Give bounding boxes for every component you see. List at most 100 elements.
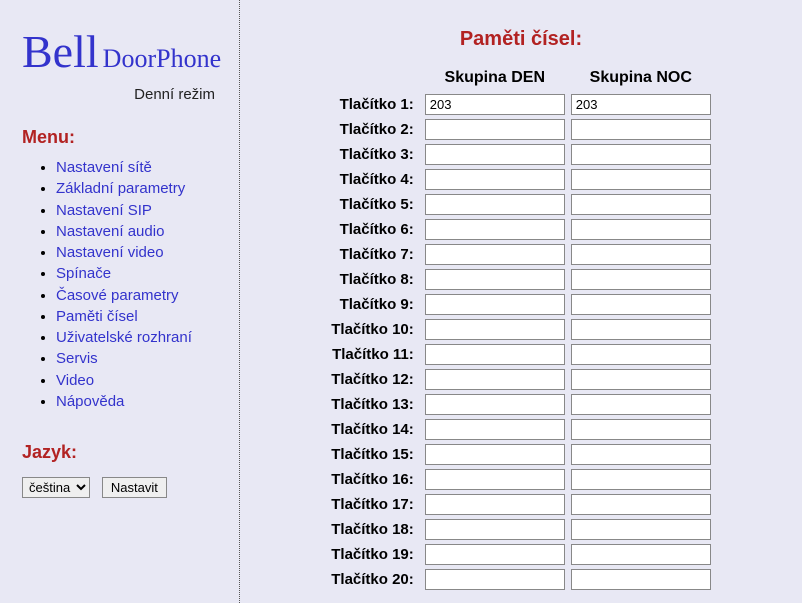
day-input[interactable]: [425, 194, 565, 215]
night-input[interactable]: [571, 219, 711, 240]
menu-link[interactable]: Nastavení SIP: [56, 202, 152, 219]
menu-link[interactable]: Nastavení video: [56, 244, 164, 261]
day-input[interactable]: [425, 544, 565, 565]
day-input[interactable]: [425, 519, 565, 540]
day-input[interactable]: [425, 569, 565, 590]
menu-link[interactable]: Nastavení audio: [56, 223, 164, 240]
night-input[interactable]: [571, 269, 711, 290]
menu-item: Časové parametry: [56, 286, 221, 306]
logo-text-bell: Bell: [22, 26, 99, 77]
day-input[interactable]: [425, 444, 565, 465]
night-input[interactable]: [571, 294, 711, 315]
row-label: Tlačítko 3:: [330, 143, 420, 166]
night-input[interactable]: [571, 369, 711, 390]
menu-link[interactable]: Nastavení sítě: [56, 159, 152, 176]
main-content: Paměti čísel: Skupina DEN Skupina NOC Tl…: [240, 0, 802, 603]
cell-night: [570, 143, 712, 166]
row-label: Tlačítko 20:: [330, 568, 420, 591]
day-input[interactable]: [425, 469, 565, 490]
night-input[interactable]: [571, 144, 711, 165]
night-input[interactable]: [571, 94, 711, 115]
col-header-night: Skupina NOC: [570, 69, 712, 91]
menu-link[interactable]: Spínače: [56, 265, 111, 282]
menu-item: Nastavení sítě: [56, 158, 221, 178]
row-label: Tlačítko 7:: [330, 243, 420, 266]
menu-link[interactable]: Video: [56, 372, 94, 389]
day-input[interactable]: [425, 269, 565, 290]
night-input[interactable]: [571, 394, 711, 415]
night-input[interactable]: [571, 344, 711, 365]
cell-day: [424, 418, 566, 441]
table-row: Tlačítko 19:: [330, 543, 712, 566]
cell-night: [570, 468, 712, 491]
cell-night: [570, 168, 712, 191]
night-input[interactable]: [571, 244, 711, 265]
row-label: Tlačítko 13:: [330, 393, 420, 416]
table-row: Tlačítko 5:: [330, 193, 712, 216]
night-input[interactable]: [571, 469, 711, 490]
day-input[interactable]: [425, 244, 565, 265]
row-label: Tlačítko 14:: [330, 418, 420, 441]
mode-indicator: Denní režim: [22, 86, 221, 103]
menu-link[interactable]: Servis: [56, 350, 98, 367]
menu-item: Nastavení video: [56, 243, 221, 263]
menu-link[interactable]: Uživatelské rozhraní: [56, 329, 192, 346]
day-input[interactable]: [425, 344, 565, 365]
language-row: čeština Nastavit: [22, 477, 221, 498]
language-select[interactable]: čeština: [22, 477, 90, 498]
day-input[interactable]: [425, 144, 565, 165]
night-input[interactable]: [571, 494, 711, 515]
col-header-day: Skupina DEN: [424, 69, 566, 91]
table-row: Tlačítko 10:: [330, 318, 712, 341]
day-input[interactable]: [425, 94, 565, 115]
day-input[interactable]: [425, 294, 565, 315]
day-input[interactable]: [425, 219, 565, 240]
cell-day: [424, 518, 566, 541]
night-input[interactable]: [571, 419, 711, 440]
cell-day: [424, 143, 566, 166]
row-label: Tlačítko 4:: [330, 168, 420, 191]
night-input[interactable]: [571, 444, 711, 465]
menu-item: Nastavení audio: [56, 222, 221, 242]
number-memory-table: Skupina DEN Skupina NOC Tlačítko 1:Tlačí…: [326, 67, 716, 593]
row-label: Tlačítko 10:: [330, 318, 420, 341]
row-label: Tlačítko 11:: [330, 343, 420, 366]
night-input[interactable]: [571, 319, 711, 340]
table-row: Tlačítko 9:: [330, 293, 712, 316]
menu-link[interactable]: Paměti čísel: [56, 308, 138, 325]
table-row: Tlačítko 12:: [330, 368, 712, 391]
day-input[interactable]: [425, 419, 565, 440]
menu-item: Servis: [56, 349, 221, 369]
day-input[interactable]: [425, 169, 565, 190]
menu-link[interactable]: Časové parametry: [56, 287, 179, 304]
cell-night: [570, 193, 712, 216]
cell-day: [424, 293, 566, 316]
language-set-button[interactable]: Nastavit: [102, 477, 167, 498]
day-input[interactable]: [425, 494, 565, 515]
night-input[interactable]: [571, 119, 711, 140]
menu-item: Nápověda: [56, 392, 221, 412]
table-row: Tlačítko 18:: [330, 518, 712, 541]
table-row: Tlačítko 2:: [330, 118, 712, 141]
night-input[interactable]: [571, 569, 711, 590]
row-label: Tlačítko 8:: [330, 268, 420, 291]
language-title: Jazyk:: [22, 442, 221, 463]
cell-night: [570, 368, 712, 391]
col-spacer: [330, 69, 420, 91]
day-input[interactable]: [425, 319, 565, 340]
day-input[interactable]: [425, 394, 565, 415]
menu-link[interactable]: Nápověda: [56, 393, 124, 410]
menu-link[interactable]: Základní parametry: [56, 180, 185, 197]
night-input[interactable]: [571, 194, 711, 215]
day-input[interactable]: [425, 369, 565, 390]
menu-list: Nastavení sítě Základní parametry Nastaven…: [22, 158, 221, 412]
cell-day: [424, 218, 566, 241]
night-input[interactable]: [571, 519, 711, 540]
day-input[interactable]: [425, 119, 565, 140]
night-input[interactable]: [571, 169, 711, 190]
night-input[interactable]: [571, 544, 711, 565]
cell-day: [424, 493, 566, 516]
row-label: Tlačítko 5:: [330, 193, 420, 216]
cell-day: [424, 168, 566, 191]
cell-day: [424, 193, 566, 216]
